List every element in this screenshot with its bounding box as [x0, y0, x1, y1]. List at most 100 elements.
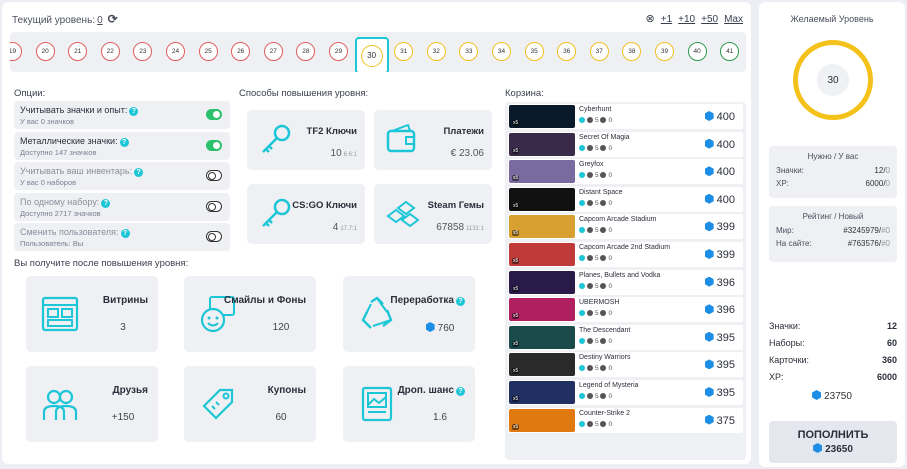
option-toggle[interactable] [206, 231, 222, 242]
cards-icon [587, 420, 593, 427]
cart-item[interactable]: x5 The Descendant 5 0 395 [508, 324, 743, 350]
item-price: 395 [704, 359, 735, 371]
gem-icon [704, 304, 714, 315]
level-circle[interactable]: 26 [231, 42, 251, 61]
way-card[interactable]: CS:GO Ключи 4 17.7:1 [247, 184, 365, 244]
level-circle[interactable]: 20 [35, 42, 55, 61]
cards-icon [587, 282, 593, 289]
quantity-badge: x5 [512, 313, 520, 320]
item-price: 396 [704, 304, 735, 316]
way-card[interactable]: TF2 Ключи 10 6.6:1 [247, 110, 365, 170]
cart-item[interactable]: x5 Secret Of Magia 5 0 400 [508, 131, 743, 157]
level-circle[interactable]: 39 [655, 42, 674, 61]
game-thumbnail: x5 [509, 325, 575, 349]
level-circle[interactable]: 41 [720, 42, 740, 61]
item-meta: 5 0 [579, 255, 612, 262]
quantity-badge: x5 [512, 202, 520, 209]
refresh-icon[interactable]: ⟳ [108, 12, 118, 26]
gain-card: Друзья +150 [26, 366, 158, 442]
side-panel: Желаемый Уровень 30 Нужно / У вас Значки… [759, 2, 905, 467]
help-icon[interactable]: ? [120, 229, 130, 238]
level-circle[interactable]: 28 [296, 42, 316, 61]
game-name: The Descendant [579, 326, 631, 334]
option-toggle[interactable] [206, 139, 222, 151]
level-circle[interactable]: 37 [589, 42, 609, 61]
option-row: Металлические значки:? Доступно 147 значк… [14, 131, 230, 160]
showcase-icon [40, 294, 80, 334]
help-icon[interactable]: ? [129, 107, 139, 116]
dot-icon [600, 420, 607, 427]
desired-level-value: 30 [817, 64, 849, 96]
cart-item[interactable]: x5 Counter-Strike 2 5 0 375 [508, 407, 743, 433]
level-circle[interactable]: 23 [133, 42, 153, 61]
current-level-value[interactable]: 0 [97, 15, 103, 26]
level-circle[interactable]: 27 [263, 42, 283, 61]
option-sub: Доступно 2717 значков [20, 208, 101, 218]
level-circle[interactable]: 32 [426, 42, 446, 61]
cart-item[interactable]: x5 Destiny Warriors 5 0 395 [508, 352, 743, 378]
reset-icon[interactable]: ⊗ [646, 13, 655, 25]
quantity-badge: x5 [512, 423, 520, 430]
current-level: Текущий уровень: 0 ⟳ [12, 12, 118, 26]
level-circle[interactable]: 40 [687, 42, 707, 61]
option-sub: Доступно 147 значков [20, 147, 97, 157]
cart-item[interactable]: x5 Cyberhunt 5 0 400 [508, 104, 743, 129]
badge-icon [579, 310, 585, 317]
plus-10-link[interactable]: +10 [678, 14, 695, 25]
game-name: Capcom Arcade Stadium [579, 216, 657, 224]
option-toggle[interactable] [206, 109, 222, 120]
max-link[interactable]: Max [724, 14, 743, 25]
level-circle[interactable]: 24 [166, 42, 185, 61]
level-circle[interactable]: 38 [622, 42, 642, 61]
level-circle[interactable]: 31 [394, 42, 414, 61]
way-card[interactable]: Платежи € 23.06 [374, 110, 492, 170]
help-icon[interactable]: ? [134, 168, 144, 177]
help-icon[interactable]: ? [456, 387, 465, 396]
level-circle[interactable]: 36 [557, 42, 577, 61]
help-icon[interactable]: ? [119, 137, 129, 147]
desired-level-ring[interactable]: 30 [793, 40, 873, 120]
cart-item[interactable]: x5 Distant Space 5 0 400 [508, 186, 743, 212]
game-thumbnail: x5 [509, 187, 575, 211]
level-circle[interactable]: 35 [524, 42, 544, 61]
way-card[interactable]: Steam Гемы 67858 1131:1 [374, 184, 492, 244]
dot-icon [600, 199, 607, 206]
cart-item[interactable]: x5 Capcom Arcade Stadium 5 0 399 [508, 214, 743, 240]
plus-50-link[interactable]: +50 [701, 14, 718, 25]
gain-value: 760 [405, 322, 475, 334]
cart-item[interactable]: x5 Capcom Arcade 2nd Stadium 5 0 399 [508, 242, 743, 267]
level-circle[interactable]: 33 [459, 42, 479, 61]
cart-item[interactable]: x5 UBERMOSH 5 0 396 [508, 297, 743, 323]
game-thumbnail: x5 [509, 132, 575, 156]
game-thumbnail: x5 [509, 408, 575, 432]
cart-item[interactable]: x5 Planes, Bullets and Vodka 5 0 396 [508, 269, 743, 295]
option-toggle[interactable] [206, 200, 222, 212]
cart-item[interactable]: x5 Legend of Mysteria 5 0 395 [508, 380, 743, 405]
game-name: Counter-Strike 2 [579, 409, 630, 417]
badge-icon [579, 144, 585, 151]
summary: Значки: 12 Наборы: 60 Карточки: 360 XP: 6000 [769, 321, 897, 382]
level-strip[interactable]: 19 20 21 22 23 24 25 26 27 28 29 30 31 32 33 34 35 36 37 38… [10, 32, 746, 72]
level-circle[interactable]: 25 [198, 42, 218, 61]
cards-icon [587, 144, 593, 151]
level-current[interactable]: 30 [354, 37, 389, 72]
desired-level-title: Желаемый Уровень [790, 14, 874, 24]
quantity-badge: x5 [512, 230, 520, 237]
level-circle[interactable]: 29 [329, 42, 348, 61]
badge-icon [579, 365, 585, 372]
gain-card: Переработка? 760 [343, 276, 475, 352]
level-circle[interactable]: 22 [100, 42, 120, 61]
topup-button[interactable]: ПОПОЛНИТЬ 23650 [769, 421, 897, 463]
level-circle[interactable]: 19 [10, 42, 22, 61]
help-icon[interactable]: ? [101, 198, 111, 208]
level-circle[interactable]: 34 [492, 42, 511, 61]
cart-item[interactable]: x5 Greyfox 5 0 400 [508, 159, 743, 185]
plus-1-link[interactable]: +1 [661, 14, 672, 25]
help-icon[interactable]: ? [456, 297, 465, 306]
option-toggle[interactable] [206, 170, 222, 181]
option-row: Сменить пользователя:? Пользователь: Вы [14, 223, 230, 251]
rank-site-value: #763576/#0 [847, 239, 890, 248]
level-circle[interactable]: 21 [68, 42, 88, 61]
gem-icon [704, 138, 714, 149]
key-icon [257, 122, 293, 158]
